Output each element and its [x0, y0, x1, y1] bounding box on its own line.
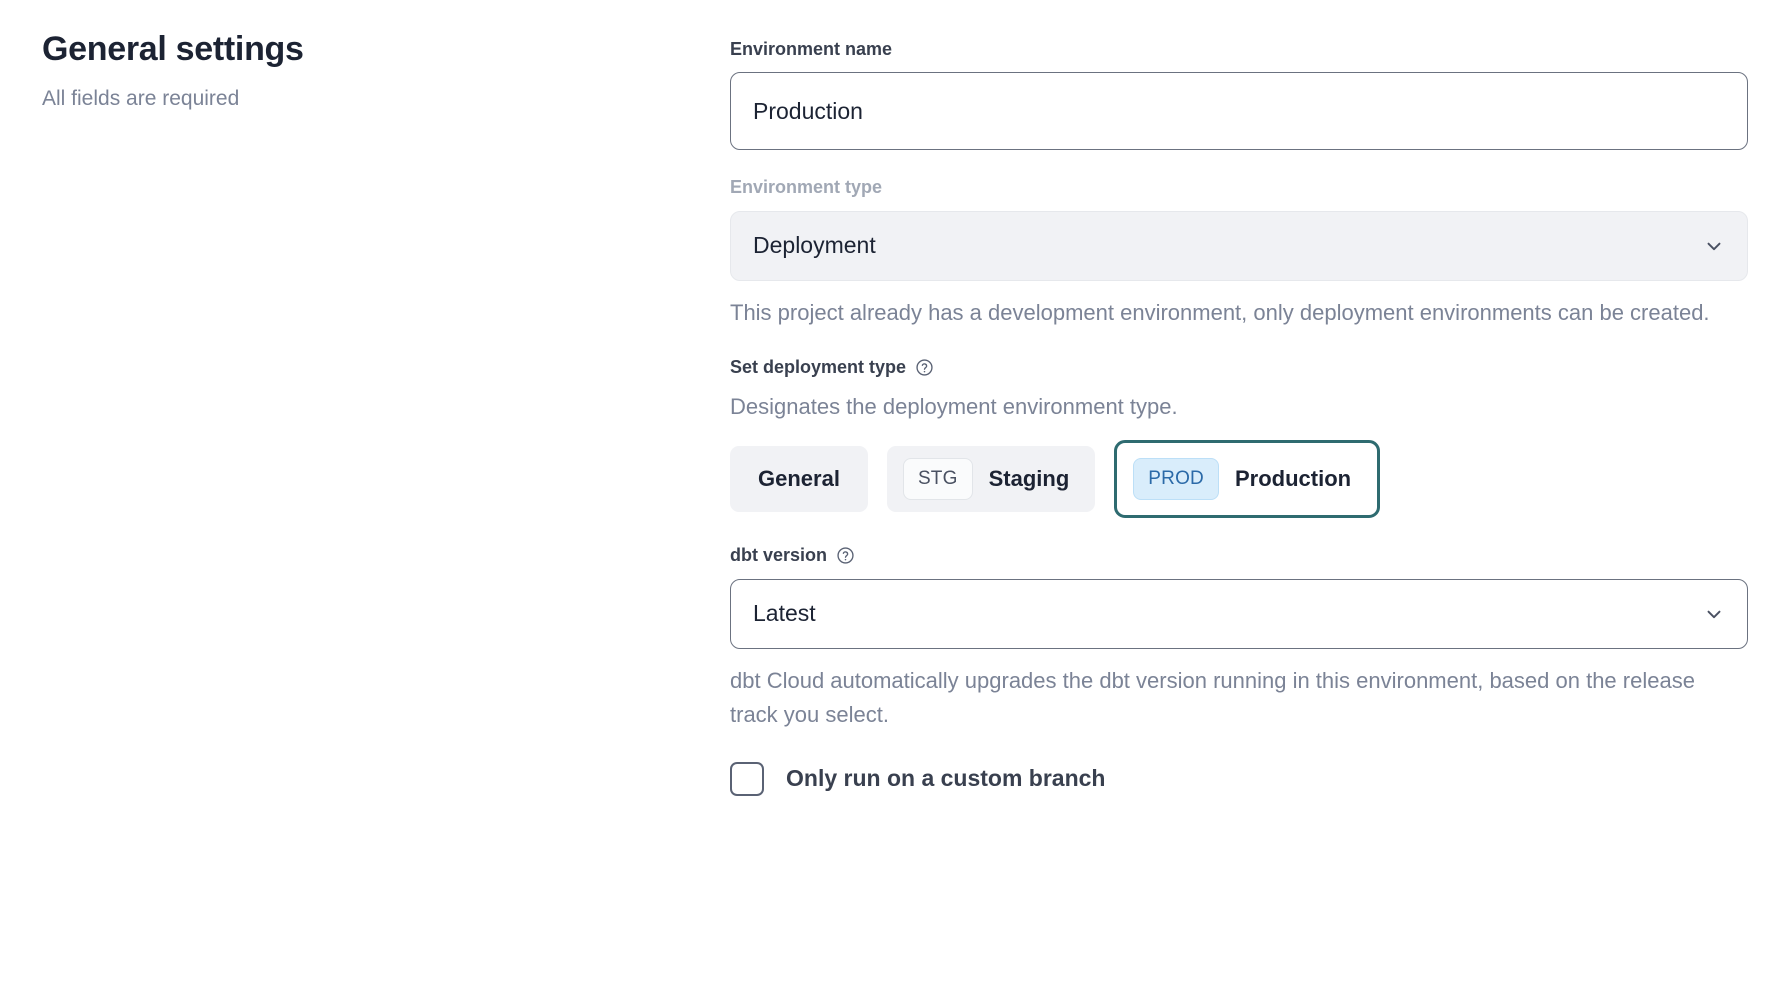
dbt-version-field: dbt version Latest dbt Cloud automatical… [730, 544, 1748, 732]
custom-branch-label: Only run on a custom branch [786, 765, 1105, 792]
page-title: General settings [42, 28, 662, 71]
production-badge: PROD [1133, 458, 1219, 500]
environment-type-helper-text: This project already has a development e… [730, 296, 1748, 330]
custom-branch-row[interactable]: Only run on a custom branch [730, 762, 1748, 796]
page-subtitle: All fields are required [42, 85, 662, 112]
deployment-type-field: Set deployment type Designates the deplo… [730, 356, 1748, 518]
dbt-version-select[interactable]: Latest [730, 579, 1748, 649]
deployment-type-option-staging-label: Staging [989, 466, 1070, 492]
dbt-version-select-wrap: Latest [730, 579, 1748, 649]
dbt-version-label: dbt version [730, 544, 1748, 567]
environment-type-value: Deployment [753, 232, 876, 259]
environment-type-select[interactable]: Deployment [730, 211, 1748, 281]
staging-badge: STG [903, 458, 973, 500]
environment-name-input[interactable]: Production [730, 72, 1748, 150]
environment-type-label: Environment type [730, 176, 1748, 199]
environment-name-field: Environment name Production [730, 38, 1748, 150]
deployment-type-option-staging[interactable]: STG Staging [887, 446, 1095, 512]
environment-type-select-wrap: Deployment [730, 211, 1748, 281]
dbt-version-label-text: dbt version [730, 544, 827, 567]
environment-type-field: Environment type Deployment This project… [730, 176, 1748, 329]
environment-name-input-wrap: Production [730, 72, 1748, 150]
chevron-down-icon [1703, 235, 1725, 257]
general-settings-page: General settings All fields are required… [0, 0, 1790, 988]
chevron-down-icon [1703, 603, 1725, 625]
settings-form: Environment name Production Environment … [730, 38, 1748, 796]
custom-branch-checkbox[interactable] [730, 762, 764, 796]
deployment-type-option-production-label: Production [1235, 466, 1351, 492]
question-circle-icon[interactable] [836, 546, 855, 565]
deployment-type-button-group: General STG Staging PROD Production [730, 440, 1748, 518]
deployment-type-option-production[interactable]: PROD Production [1114, 440, 1380, 518]
page-header: General settings All fields are required [42, 28, 662, 112]
question-circle-icon[interactable] [915, 358, 934, 377]
environment-name-label: Environment name [730, 38, 1748, 61]
deployment-type-option-general[interactable]: General [730, 446, 868, 512]
dbt-version-helper-text: dbt Cloud automatically upgrades the dbt… [730, 664, 1748, 732]
deployment-type-label-text: Set deployment type [730, 356, 906, 379]
deployment-type-description: Designates the deployment environment ty… [730, 391, 1748, 423]
deployment-type-option-general-label: General [758, 466, 840, 492]
deployment-type-label: Set deployment type [730, 356, 1748, 379]
dbt-version-value: Latest [753, 600, 816, 627]
